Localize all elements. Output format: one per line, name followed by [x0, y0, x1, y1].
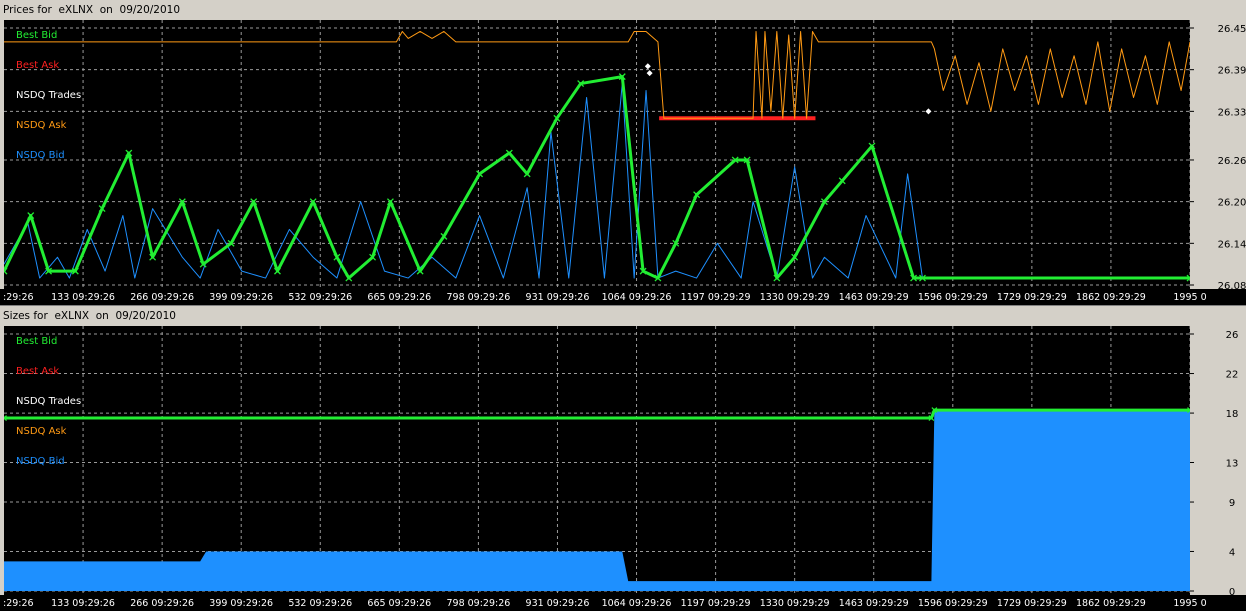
grid — [4, 20, 1190, 289]
legend-item-nsdq-trades: NSDQ Trades — [16, 396, 81, 407]
trade-point — [646, 70, 653, 77]
sizes-chart: Best Bid Best Ask NSDQ Trades NSDQ Ask NSDQ … — [4, 326, 1190, 595]
legend-item-nsdq-trades: NSDQ Trades — [16, 90, 81, 101]
prices-x-axis: :29:26 133 09:29:26 266 09:29:26 399 09:29:… — [0, 289, 1246, 305]
prices-plot-area[interactable]: Best Bid Best Ask NSDQ Trades NSDQ Ask NSDQ … — [4, 20, 1190, 289]
series-nsdq-ask — [4, 30, 1190, 119]
x-tick-label: 931 09:29:26 — [526, 292, 590, 303]
y-tick-label: 18 — [1226, 409, 1239, 420]
legend-item-best-ask: Best Ask — [16, 60, 59, 71]
x-tick-label: 133 09:29:26 — [51, 598, 115, 609]
legend: Best Bid Best Ask NSDQ Trades NSDQ Ask NSDQ … — [16, 30, 81, 161]
series-nsdq-bid — [4, 83, 1190, 279]
x-tick-label: 266 09:29:26 — [130, 598, 194, 609]
series-nsdq-trades — [644, 63, 932, 115]
y-tick-label: 26.08 — [1218, 281, 1246, 289]
x-tick-label: 399 09:29:26 — [209, 292, 273, 303]
trade-point — [644, 63, 651, 70]
x-tick-label: 133 09:29:26 — [51, 292, 115, 303]
sizes-x-axis-ticks: :29:26 133 09:29:26 266 09:29:26 399 09:29:… — [3, 598, 1207, 609]
x-tick-label: 1862 09:29:29 — [1076, 292, 1146, 303]
y-tick-label: 9 — [1229, 498, 1235, 509]
y-tick-label: 26.33 — [1218, 107, 1246, 118]
x-tick-label: :29:26 — [3, 292, 34, 303]
sizes-plot-area[interactable]: Best Bid Best Ask NSDQ Trades NSDQ Ask NSDQ … — [4, 326, 1190, 595]
sizes-x-axis: :29:26 133 09:29:26 266 09:29:26 399 09:29:… — [0, 595, 1246, 611]
sizes-panel: Sizes for eXLNX on 09/20/2010 Best Bid Be… — [0, 306, 1246, 611]
y-tick-label: 26 — [1226, 330, 1239, 341]
x-tick-label: 1596 09:29:29 — [918, 598, 988, 609]
prices-panel: Prices for eXLNX on 09/20/2010 Best Bid B… — [0, 0, 1246, 305]
x-tick-label: 1729 09:29:29 — [997, 292, 1067, 303]
x-tick-label: 1197 09:29:29 — [681, 598, 751, 609]
x-tick-label: 532 09:29:26 — [288, 598, 352, 609]
trade-point — [925, 108, 932, 115]
x-tick-label: 665 09:29:26 — [367, 598, 431, 609]
y-tick-label: 0 — [1229, 587, 1235, 595]
y-tick-label: 4 — [1229, 547, 1235, 558]
x-tick-label: 798 09:29:26 — [446, 292, 510, 303]
y-tick-label: 26.14 — [1218, 239, 1246, 250]
legend-item-nsdq-bid: NSDQ Bid — [16, 456, 65, 467]
x-tick-label: 1862 09:29:29 — [1076, 598, 1146, 609]
sizes-y-axis: 0 4 9 13 18 22 26 — [1190, 326, 1246, 595]
x-tick-label: 1995 0 — [1173, 598, 1206, 609]
y-tick-label: 26.39 — [1218, 66, 1246, 77]
prices-y-axis-ticks: 26.08 26.14 26.20 26.26 26.33 26.39 26.45 — [1190, 24, 1246, 289]
x-tick-label: 665 09:29:26 — [367, 292, 431, 303]
legend-item-best-ask: Best Ask — [16, 366, 59, 377]
x-tick-label: 1064 09:29:26 — [602, 598, 672, 609]
legend-item-nsdq-bid: NSDQ Bid — [16, 150, 65, 161]
series-line — [4, 30, 1190, 119]
prices-x-axis-ticks: :29:26 133 09:29:26 266 09:29:26 399 09:29:… — [3, 292, 1207, 303]
y-tick-label: 26.45 — [1218, 24, 1246, 35]
series-line — [4, 83, 1190, 279]
legend-item-best-bid: Best Bid — [16, 336, 57, 347]
prices-panel-title: Prices for eXLNX on 09/20/2010 — [3, 4, 181, 16]
series-line — [4, 75, 1190, 280]
x-tick-label: 399 09:29:26 — [209, 598, 273, 609]
x-tick-label: 266 09:29:26 — [130, 292, 194, 303]
x-tick-label: 1197 09:29:29 — [681, 292, 751, 303]
y-tick-label: 26.26 — [1218, 156, 1246, 167]
x-tick-label: 1596 09:29:29 — [918, 292, 988, 303]
x-tick-label: 1330 09:29:29 — [760, 292, 830, 303]
x-tick-label: 1463 09:29:29 — [839, 598, 909, 609]
x-tick-label: 798 09:29:26 — [446, 598, 510, 609]
x-tick-label: 532 09:29:26 — [288, 292, 352, 303]
legend-item-nsdq-ask: NSDQ Ask — [16, 120, 67, 131]
legend: Best Bid Best Ask NSDQ Trades NSDQ Ask NSDQ … — [16, 336, 81, 467]
sizes-y-axis-ticks: 0 4 9 13 18 22 26 — [1190, 330, 1239, 595]
prices-y-axis: 26.08 26.14 26.20 26.26 26.33 26.39 26.45 — [1190, 20, 1246, 289]
y-tick-label: 13 — [1226, 459, 1239, 470]
x-tick-label: 1463 09:29:29 — [839, 292, 909, 303]
y-tick-label: 26.20 — [1218, 198, 1246, 209]
legend-item-nsdq-ask: NSDQ Ask — [16, 426, 67, 437]
x-tick-label: :29:26 — [3, 598, 34, 609]
x-tick-label: 931 09:29:26 — [526, 598, 590, 609]
x-tick-label: 1995 0 — [1173, 292, 1206, 303]
legend-item-best-bid: Best Bid — [16, 30, 57, 41]
sizes-panel-title: Sizes for eXLNX on 09/20/2010 — [3, 310, 176, 322]
x-tick-label: 1729 09:29:29 — [997, 598, 1067, 609]
area-path — [4, 410, 1190, 591]
prices-chart: Best Bid Best Ask NSDQ Trades NSDQ Ask NSDQ … — [4, 20, 1190, 289]
series-nsdq-bid — [4, 410, 1190, 591]
x-tick-label: 1064 09:29:26 — [602, 292, 672, 303]
series-best-bid — [4, 73, 1190, 282]
x-tick-label: 1330 09:29:29 — [760, 598, 830, 609]
y-tick-label: 22 — [1226, 370, 1239, 381]
